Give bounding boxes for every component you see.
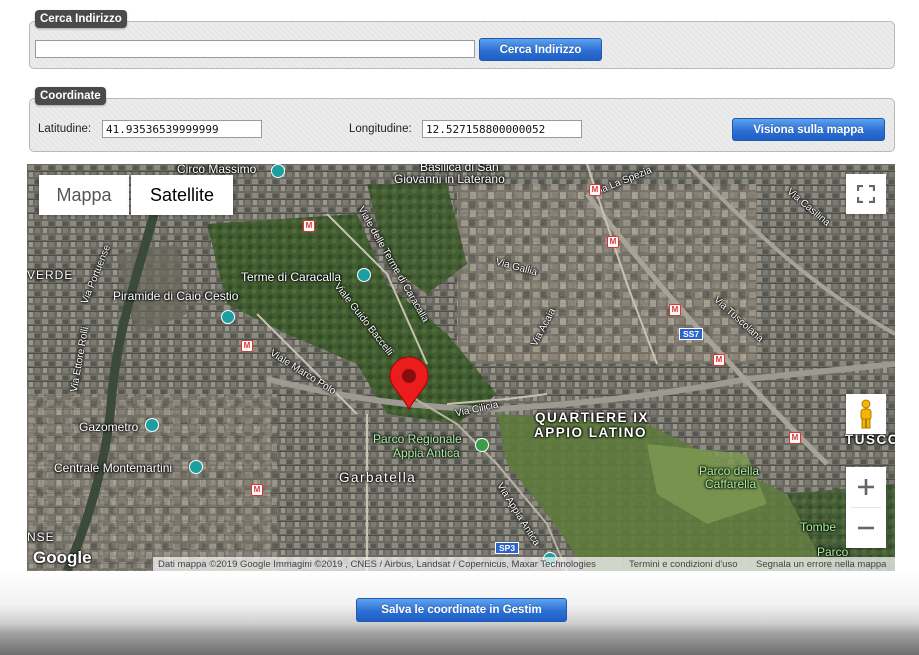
coordinates-legend: Coordinate [35, 87, 106, 105]
metro-icon: M [251, 484, 263, 496]
plus-icon [858, 479, 874, 495]
map-label-piramide: Piramide di Caio Cestio [113, 289, 239, 303]
fullscreen-icon [857, 185, 875, 203]
fullscreen-button[interactable] [846, 174, 886, 214]
poi-icon [475, 438, 489, 452]
location-marker-icon[interactable] [388, 357, 430, 411]
map-label-gazometro: Gazometro [79, 420, 139, 434]
bottom-bar: Salva le coordinate in Gestim [0, 571, 919, 655]
poi-icon [145, 418, 159, 432]
metro-icon: M [789, 432, 801, 444]
map-label-garbatella: Garbatella [339, 470, 417, 485]
poi-icon [357, 268, 371, 282]
longitude-label: Longitudine: [349, 123, 412, 135]
road-shield-sp3: SP3 [495, 542, 520, 554]
satellite-imagery [27, 164, 895, 571]
save-coordinates-button[interactable]: Salva le coordinate in Gestim [356, 598, 567, 622]
map-label-quartiere-ix: QUARTIERE IX [535, 410, 650, 425]
metro-icon: M [713, 354, 725, 366]
minus-icon [858, 526, 874, 530]
satellite-map[interactable]: Circo Massimo Basilica di San Giovanni i… [27, 164, 895, 571]
search-panel: Cerca Indirizzo Cerca Indirizzo [29, 10, 895, 69]
poi-icon [271, 164, 285, 178]
map-label-caffarella: Caffarella [705, 477, 757, 491]
road-shield-ss7: SS7 [679, 328, 704, 340]
map-label-tombe: Tombe [800, 520, 837, 534]
map-terms-link[interactable]: Termini e condizioni d'uso [623, 557, 750, 571]
zoom-in-button[interactable] [846, 467, 886, 507]
street-view-button[interactable] [846, 394, 886, 434]
map-label-tusco: TUSCO [845, 432, 895, 447]
coordinates-panel: Coordinate Latitudine: Longitudine: Visi… [29, 87, 895, 152]
metro-icon: M [607, 236, 619, 248]
map-label-appio-latino: APPIO LATINO [534, 425, 648, 440]
zoom-out-button[interactable] [846, 508, 886, 548]
metro-icon: M [589, 184, 601, 196]
map-label-basilica-2: Giovanni in Laterano [394, 172, 505, 186]
map-label-appia-antica-park: Appia Antica [393, 446, 460, 460]
metro-icon: M [303, 220, 315, 232]
address-input[interactable] [35, 40, 475, 58]
google-logo: Google [33, 548, 92, 567]
poi-icon [189, 460, 203, 474]
latitude-input[interactable] [102, 120, 262, 138]
map-label-parco-della: Parco della [699, 464, 760, 478]
map-label-terme-caracalla: Terme di Caracalla [241, 270, 342, 284]
map-attribution: Dati mappa ©2019 Google Immagini ©2019 ,… [153, 557, 623, 571]
search-legend: Cerca Indirizzo [35, 10, 127, 28]
metro-icon: M [669, 304, 681, 316]
search-address-button[interactable]: Cerca Indirizzo [479, 38, 602, 61]
map-label-verde: VERDE [27, 268, 74, 282]
show-on-map-button[interactable]: Visiona sulla mappa [732, 118, 885, 141]
longitude-input[interactable] [422, 120, 582, 138]
map-label-nse: NSE [27, 530, 55, 544]
latitude-label: Latitudine: [38, 123, 92, 135]
map-type-satellite-button[interactable]: Satellite [131, 175, 233, 215]
poi-icon [221, 310, 235, 324]
map-label-centrale-montemartini: Centrale Montemartini [54, 461, 173, 475]
pegman-icon [860, 399, 872, 429]
map-report-error-link[interactable]: Segnala un errore nella mappa [750, 557, 895, 571]
map-label-parco-regionale: Parco Regionale [373, 432, 462, 446]
map-type-map-button[interactable]: Mappa [39, 175, 129, 215]
metro-icon: M [241, 340, 253, 352]
zoom-control [846, 467, 886, 548]
